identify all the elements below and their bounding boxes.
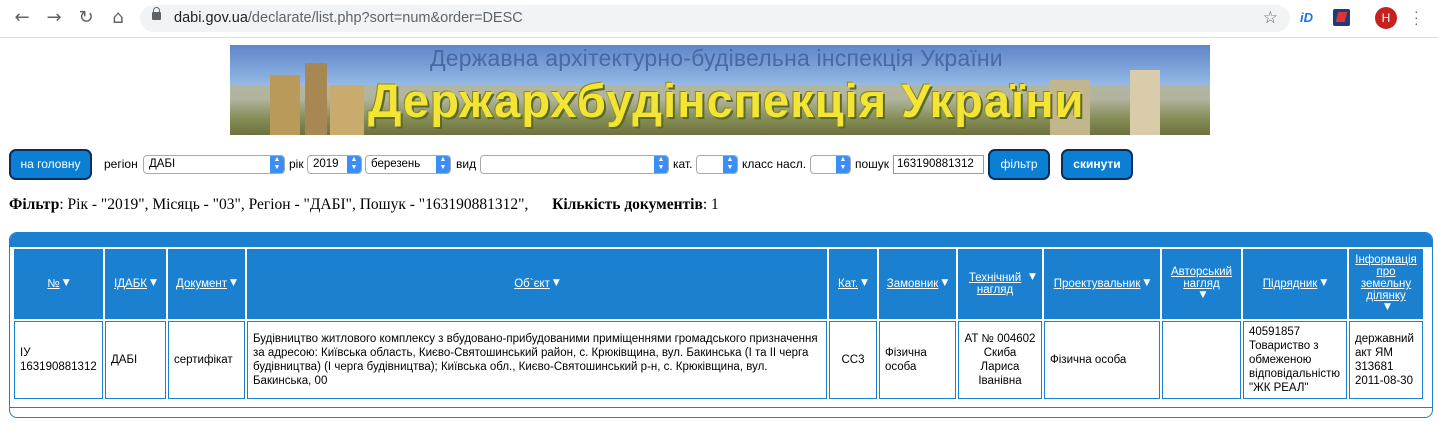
header-object[interactable]: Об`єкт ▼ — [247, 249, 827, 319]
url-text[interactable]: dabi.gov.ua/declarate/list.php?sort=num&… — [174, 10, 523, 26]
header-author-supervision[interactable]: Авторський нагляд▼ — [1162, 249, 1241, 319]
profile-avatar[interactable]: Н — [1375, 7, 1397, 29]
month-select[interactable]: березень ▲ ▼ — [365, 155, 451, 174]
header-category[interactable]: Кат. ▼ — [829, 249, 877, 319]
sort-desc-icon: ▼ — [552, 278, 560, 288]
select-arrows-icon: ▲ ▼ — [723, 156, 737, 173]
select-arrows-icon: ▲ ▼ — [654, 156, 668, 173]
filter-summary: Фільтр: Рік - "2019", Місяць - "03", Рег… — [9, 196, 719, 213]
search-label: пошук — [855, 157, 890, 171]
header-land-info[interactable]: Інформація про земельну ділянку▼ — [1349, 249, 1423, 319]
cell-num: ІУ 163190881312 — [14, 321, 103, 399]
browser-toolbar: ← → ↻ ⌂ dabi.gov.ua/declarate/list.php?s… — [0, 0, 1438, 38]
year-label: рік — [289, 157, 304, 171]
banner-title: Держархбудінспекція України — [368, 74, 1085, 127]
sort-desc-icon: ▼ — [1143, 278, 1151, 288]
banner-subtitle: Державна архітектурно-будівельна інспекц… — [430, 45, 1003, 71]
site-banner: Державна архітектурно-будівельна інспекц… — [230, 45, 1210, 135]
year-select[interactable]: 2019 ▲ ▼ — [307, 155, 362, 174]
cell-object: Будівництво житлового комплексу з вбудов… — [247, 321, 827, 399]
forward-icon[interactable]: → — [44, 8, 64, 28]
sort-desc-icon: ▼ — [1384, 302, 1391, 312]
type-label: вид — [456, 157, 477, 171]
region-label: регіон — [104, 157, 138, 171]
cell-contractor: 40591857 Товариство з обмеженою відповід… — [1243, 321, 1347, 399]
address-bar[interactable]: dabi.gov.ua/declarate/list.php?sort=num&… — [140, 5, 1290, 32]
sort-desc-icon: ▼ — [149, 278, 157, 288]
search-input[interactable]: 163190881312 — [893, 155, 984, 174]
header-customer[interactable]: Замовник ▼ — [879, 249, 956, 319]
class-label: класс насл. — [742, 157, 807, 171]
category-select[interactable]: ▲ ▼ — [696, 155, 738, 174]
reload-icon[interactable]: ↻ — [76, 8, 96, 28]
header-num[interactable]: № ▼ — [14, 249, 103, 319]
sort-desc-icon: ▼ — [62, 278, 70, 288]
header-supervision[interactable]: Технічний нагляд▼ — [958, 249, 1042, 319]
building-image — [305, 63, 327, 135]
building-image — [270, 75, 300, 135]
sort-desc-icon: ▼ — [1199, 290, 1207, 300]
header-contractor[interactable]: Підрядник ▼ — [1243, 249, 1347, 319]
type-select[interactable]: ▲ ▼ — [480, 155, 669, 174]
reset-button[interactable]: скинути — [1061, 149, 1133, 180]
table-top-bar — [10, 233, 1432, 247]
region-select[interactable]: ДАБІ ▲ ▼ — [143, 155, 285, 174]
building-image — [1130, 70, 1160, 135]
select-arrows-icon: ▲ ▼ — [836, 156, 850, 173]
home-icon[interactable]: ⌂ — [108, 8, 128, 28]
sort-desc-icon: ▼ — [941, 278, 949, 288]
cell-supervision: АТ № 004602 Скиба Лариса Іванівна — [958, 321, 1042, 399]
table-bottom-border — [10, 407, 1432, 408]
cell-author-supervision — [1162, 321, 1241, 399]
header-document[interactable]: Документ ▼ — [168, 249, 245, 319]
table-row: ІУ 163190881312 ДАБІ сертифікат Будівниц… — [14, 321, 1423, 399]
lock-icon[interactable] — [152, 7, 161, 20]
results-table-container: № ▼ ІДАБК ▼ Документ ▼ Об`єкт ▼ Кат. ▼ Замовн… — [9, 232, 1433, 418]
select-arrows-icon: ▲ ▼ — [270, 156, 284, 173]
cell-document: сертифікат — [168, 321, 245, 399]
header-idabk[interactable]: ІДАБК ▼ — [105, 249, 166, 319]
building-image — [330, 85, 364, 135]
sort-desc-icon: ▼ — [1029, 272, 1036, 282]
class-select[interactable]: ▲ ▼ — [810, 155, 851, 174]
cell-category: СС3 — [829, 321, 877, 399]
select-arrows-icon: ▲ ▼ — [436, 156, 450, 173]
cell-idabk: ДАБІ — [105, 321, 166, 399]
extension-id-icon[interactable]: iD — [1300, 10, 1313, 25]
sort-desc-icon: ▼ — [1320, 278, 1328, 288]
menu-dots-icon[interactable]: · · · — [1414, 4, 1419, 30]
home-button[interactable]: на головну — [9, 149, 92, 180]
extension-icon[interactable] — [1333, 9, 1350, 26]
results-table: № ▼ ІДАБК ▼ Документ ▼ Об`єкт ▼ Кат. ▼ Замовн… — [12, 247, 1425, 401]
header-designer[interactable]: Проектувальник ▼ — [1044, 249, 1160, 319]
filter-button[interactable]: фільтр — [988, 149, 1050, 180]
bookmark-star-icon[interactable]: ☆ — [1263, 8, 1278, 28]
table-header-row: № ▼ ІДАБК ▼ Документ ▼ Об`єкт ▼ Кат. ▼ Замовн… — [14, 249, 1423, 319]
sort-desc-icon: ▼ — [861, 278, 868, 288]
cell-land-info: державний акт ЯМ 313681 2011-08-30 — [1349, 321, 1423, 399]
cell-customer: Фізична особа — [879, 321, 956, 399]
sort-desc-icon: ▼ — [230, 278, 237, 288]
back-icon[interactable]: ← — [12, 8, 32, 28]
select-arrows-icon: ▲ ▼ — [347, 156, 361, 173]
category-label: кат. — [673, 157, 693, 171]
cell-designer: Фізична особа — [1044, 321, 1160, 399]
